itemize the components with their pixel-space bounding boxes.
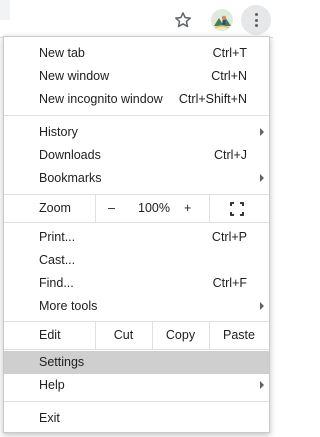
zoom-divider <box>95 195 96 222</box>
menu-item-label: Settings <box>39 355 85 369</box>
submenu-arrow-icon <box>260 302 264 310</box>
menu-item-history[interactable]: History <box>4 121 269 144</box>
submenu-arrow-icon <box>260 174 264 182</box>
menu-separator <box>4 222 269 223</box>
profile-avatar-icon[interactable] <box>211 9 233 31</box>
browser-menu: New tab Ctrl+T New window Ctrl+N New inc… <box>3 36 270 433</box>
menu-item-find[interactable]: Find... Ctrl+F <box>4 272 269 295</box>
edit-row: Edit Cut Copy Paste <box>4 322 269 349</box>
menu-item-label: Exit <box>39 411 60 425</box>
menu-item-label: Cast... <box>39 253 76 267</box>
menu-item-help[interactable]: Help <box>4 374 269 397</box>
fullscreen-icon[interactable] <box>230 202 244 216</box>
menu-item-label: New incognito window <box>39 92 163 106</box>
menu-item-new-tab[interactable]: New tab Ctrl+T <box>4 42 269 65</box>
edit-label: Edit <box>39 328 61 342</box>
submenu-arrow-icon <box>260 381 264 389</box>
zoom-label: Zoom <box>39 201 71 215</box>
menu-item-label: New tab <box>39 46 85 60</box>
menu-item-downloads[interactable]: Downloads Ctrl+J <box>4 144 269 167</box>
zoom-out-button[interactable]: – <box>108 201 115 215</box>
menu-item-label: History <box>39 125 78 139</box>
menu-separator <box>4 349 269 350</box>
menu-item-label: Bookmarks <box>39 171 102 185</box>
copy-button[interactable]: Copy <box>152 328 209 342</box>
submenu-arrow-icon <box>260 128 264 136</box>
menu-item-label: More tools <box>39 299 98 313</box>
browser-toolbar <box>0 0 273 37</box>
paste-button[interactable]: Paste <box>209 328 269 342</box>
menu-item-label: Find... <box>39 276 74 290</box>
menu-item-shortcut: Ctrl+J <box>214 148 247 162</box>
star-outline-icon[interactable] <box>173 10 193 30</box>
address-bar-edge <box>0 0 10 20</box>
menu-item-shortcut: Ctrl+N <box>211 69 247 83</box>
menu-item-bookmarks[interactable]: Bookmarks <box>4 167 269 190</box>
menu-separator <box>4 115 269 116</box>
menu-item-label: Downloads <box>39 148 101 162</box>
menu-item-label: Print... <box>39 230 76 244</box>
menu-item-label: New window <box>39 69 110 83</box>
menu-separator <box>4 401 269 402</box>
menu-item-shortcut: Ctrl+Shift+N <box>178 92 247 106</box>
menu-item-label: Help <box>39 378 65 392</box>
menu-item-shortcut: Ctrl+T <box>212 46 247 60</box>
zoom-in-button[interactable]: + <box>184 201 191 215</box>
menu-item-shortcut: Ctrl+P <box>211 230 247 244</box>
zoom-divider <box>209 195 210 222</box>
menu-item-cast[interactable]: Cast... <box>4 249 269 272</box>
more-vertical-icon[interactable] <box>241 5 271 35</box>
zoom-level: 100% <box>138 201 170 215</box>
zoom-row: Zoom – 100% + <box>4 195 269 222</box>
menu-item-new-incognito-window[interactable]: New incognito window Ctrl+Shift+N <box>4 88 269 111</box>
menu-item-more-tools[interactable]: More tools <box>4 295 269 318</box>
menu-item-new-window[interactable]: New window Ctrl+N <box>4 65 269 88</box>
menu-item-shortcut: Ctrl+F <box>212 276 247 290</box>
menu-item-settings[interactable]: Settings <box>4 351 269 374</box>
cut-button[interactable]: Cut <box>95 328 152 342</box>
menu-item-print[interactable]: Print... Ctrl+P <box>4 226 269 249</box>
menu-item-exit[interactable]: Exit <box>4 407 269 430</box>
